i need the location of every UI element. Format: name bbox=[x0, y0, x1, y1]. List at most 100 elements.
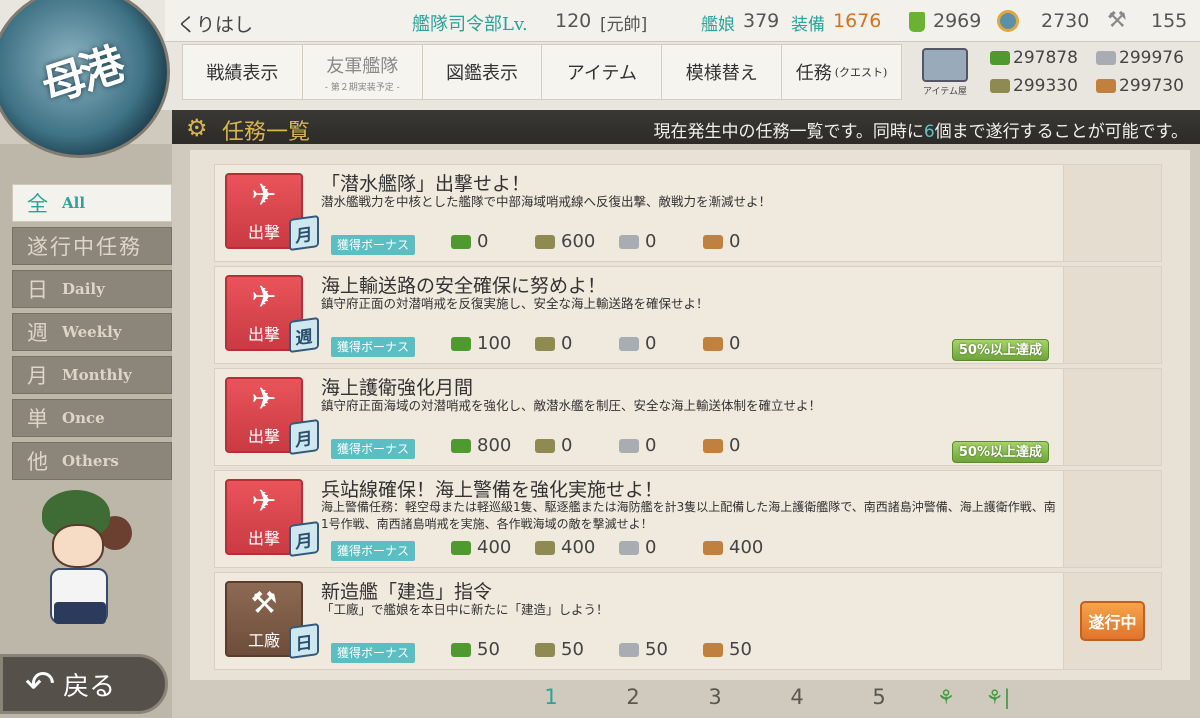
main-nav: 戦績表示 友軍艦隊 - 第２期実装予定 - 図鑑表示 アイテム 模様替え 任務 (ク… bbox=[182, 44, 902, 100]
port-label: 母港 bbox=[35, 39, 128, 113]
username: くりはし bbox=[177, 14, 254, 36]
reward-bauxite: 50 bbox=[703, 639, 787, 660]
title-bar: ⚙ 任務一覧 現在発生中の任務一覧です。同時に6個まで遂行することが可能です。 bbox=[172, 110, 1200, 145]
quest-status-cell bbox=[1063, 267, 1161, 363]
quest-row[interactable]: ✈ 出撃 月 海上護衛強化月間 鎮守府正面海域の対潜哨戒を強化し、敵潜水艦を制圧、… bbox=[214, 368, 1162, 466]
tab-all[interactable]: 全 All bbox=[12, 184, 172, 222]
ship-count-label: 艦娘 bbox=[701, 15, 735, 35]
bonus-tag: 獲得ボーナス bbox=[331, 337, 416, 357]
equip-count-label: 装備 bbox=[791, 15, 825, 35]
item-shop-label: アイテム屋 bbox=[922, 87, 968, 97]
category-label: 工廠 bbox=[247, 631, 280, 650]
status-bar: くりはし 艦隊司令部Lv. 120 [元帥] 艦娘 379 装備 1676 29… bbox=[165, 0, 1200, 42]
tab-kanji: 日 bbox=[27, 278, 48, 302]
steel-icon bbox=[619, 438, 639, 453]
nav-items[interactable]: アイテム bbox=[542, 45, 663, 99]
reward-list: 50 50 50 50 bbox=[451, 639, 787, 660]
reward-value: 100 bbox=[477, 333, 512, 354]
devmat-icon bbox=[997, 10, 1019, 32]
ammo-icon bbox=[535, 234, 555, 249]
fuel-count: 297878 bbox=[1013, 48, 1078, 68]
next-page-arrow-icon[interactable]: ⚘ bbox=[920, 685, 972, 709]
page-title: 任務一覧 bbox=[222, 120, 311, 145]
page-5[interactable]: 5 bbox=[838, 685, 920, 709]
category-label: 出撃 bbox=[247, 325, 280, 344]
quest-row[interactable]: ⚒ 工廠 日 新造艦「建造」指令 「工廠」で艦娘を本日中に新たに「建造」しよう！ … bbox=[214, 572, 1162, 670]
category-label: 出撃 bbox=[247, 223, 280, 242]
tab-kanji: 遂行中任務 bbox=[27, 235, 142, 259]
quest-status-cell bbox=[1063, 165, 1161, 261]
nav-record[interactable]: 戦績表示 bbox=[183, 45, 303, 99]
progress-badge: 50%以上達成 bbox=[951, 441, 1049, 463]
tab-daily[interactable]: 日 Daily bbox=[12, 270, 172, 308]
reward-bauxite: 0 bbox=[703, 435, 787, 456]
last-page-arrow-icon[interactable]: ⚘| bbox=[972, 685, 1024, 709]
plane-icon: ✈ bbox=[251, 484, 277, 519]
reward-value: 800 bbox=[477, 435, 512, 456]
tab-kanji: 週 bbox=[27, 321, 48, 345]
page-2[interactable]: 2 bbox=[592, 685, 674, 709]
tab-once[interactable]: 単 Once bbox=[12, 399, 172, 437]
progress-badge: 50%以上達成 bbox=[951, 339, 1049, 361]
nav-label: 模様替え bbox=[685, 63, 758, 84]
desc-text: 個まで遂行することが可能です。 bbox=[934, 122, 1188, 142]
ammo-count: 299330 bbox=[1013, 76, 1078, 96]
bauxite-resource: 299730 bbox=[1096, 76, 1184, 96]
nav-sublabel: (クエスト) bbox=[834, 66, 888, 79]
quest-row[interactable]: ✈ 出撃 月 「潜水艦隊」出撃せよ！ 潜水艦戦力を中核とした艦隊で中部海域哨戒線へ… bbox=[214, 164, 1162, 262]
resource-panel: 297878 299976 299330 299730 bbox=[988, 44, 1200, 100]
shop-icon bbox=[922, 48, 968, 82]
tab-kanji: 単 bbox=[27, 407, 48, 431]
frequency-badge: 月 bbox=[289, 214, 319, 252]
quest-title: 「潜水艦隊」出撃せよ！ bbox=[321, 173, 531, 195]
ammo-icon bbox=[535, 336, 555, 351]
nav-sublabel: - 第２期実装予定 - bbox=[324, 82, 400, 93]
page-3[interactable]: 3 bbox=[674, 685, 756, 709]
reward-ammo: 400 bbox=[535, 537, 619, 558]
tab-others[interactable]: 他 Others bbox=[12, 442, 172, 480]
quest-description: 海上警備任務：軽空母または軽巡級1隻、駆逐艦または海防艦を計3隻以上配備した海上… bbox=[321, 500, 1056, 531]
tab-kanji: 全 bbox=[27, 192, 48, 216]
steel-icon bbox=[619, 234, 639, 249]
port-button[interactable]: 母港 bbox=[0, 0, 170, 158]
fuel-icon bbox=[451, 234, 471, 249]
nav-friend-fleet[interactable]: 友軍艦隊 - 第２期実装予定 - bbox=[303, 45, 423, 99]
steel-icon bbox=[619, 642, 639, 657]
quest-row[interactable]: ✈ 出撃 月 兵站線確保！海上警備を強化実施せよ！ 海上警備任務：軽空母または軽巡… bbox=[214, 470, 1162, 568]
reward-ammo: 0 bbox=[535, 333, 619, 354]
nav-quest[interactable]: 任務 (クエスト) bbox=[782, 45, 901, 99]
back-button[interactable]: ↶ 戻る bbox=[0, 654, 168, 714]
frequency-badge: 月 bbox=[289, 520, 319, 558]
ammo-icon bbox=[535, 642, 555, 657]
reward-fuel: 100 bbox=[451, 333, 535, 354]
reward-list: 800 0 0 0 bbox=[451, 435, 787, 456]
quest-description: 鎮守府正面海域の対潜哨戒を強化し、敵潜水艦を制圧、安全な海上輸送体制を確立せよ！ bbox=[321, 398, 822, 413]
hq-rank: [元帥] bbox=[600, 15, 648, 35]
tab-monthly[interactable]: 月 Monthly bbox=[12, 356, 172, 394]
steel-icon bbox=[619, 336, 639, 351]
frequency-badge: 日 bbox=[289, 622, 319, 660]
secretary-ship-avatar bbox=[28, 490, 138, 640]
nav-album[interactable]: 図鑑表示 bbox=[423, 45, 543, 99]
frequency-badge: 月 bbox=[289, 418, 319, 456]
page-4[interactable]: 4 bbox=[756, 685, 838, 709]
tab-weekly[interactable]: 週 Weekly bbox=[12, 313, 172, 351]
tab-en: All bbox=[62, 194, 86, 212]
fuel-icon bbox=[451, 540, 471, 555]
frequency-badge: 週 bbox=[289, 316, 319, 354]
reward-value: 400 bbox=[561, 537, 596, 558]
gear-icon: ⚙ bbox=[186, 114, 208, 142]
item-shop-button[interactable]: アイテム屋 bbox=[905, 44, 985, 100]
equip-count: 1676 bbox=[833, 10, 882, 32]
category-label: 出撃 bbox=[247, 529, 280, 548]
bauxite-icon bbox=[703, 642, 723, 657]
reward-value: 50 bbox=[645, 639, 668, 660]
page-1[interactable]: 1 bbox=[510, 685, 592, 709]
nav-furniture[interactable]: 模様替え bbox=[662, 45, 783, 99]
quest-status-cell: 遂行中 bbox=[1063, 573, 1161, 669]
reward-bauxite: 0 bbox=[703, 231, 787, 252]
reward-steel: 0 bbox=[619, 231, 703, 252]
quest-row[interactable]: ✈ 出撃 週 海上輸送路の安全確保に努めよ！ 鎮守府正面の対潜哨戒を反復実施し、安… bbox=[214, 266, 1162, 364]
ammo-icon bbox=[535, 438, 555, 453]
tab-in-progress[interactable]: 遂行中任務 bbox=[12, 227, 172, 265]
